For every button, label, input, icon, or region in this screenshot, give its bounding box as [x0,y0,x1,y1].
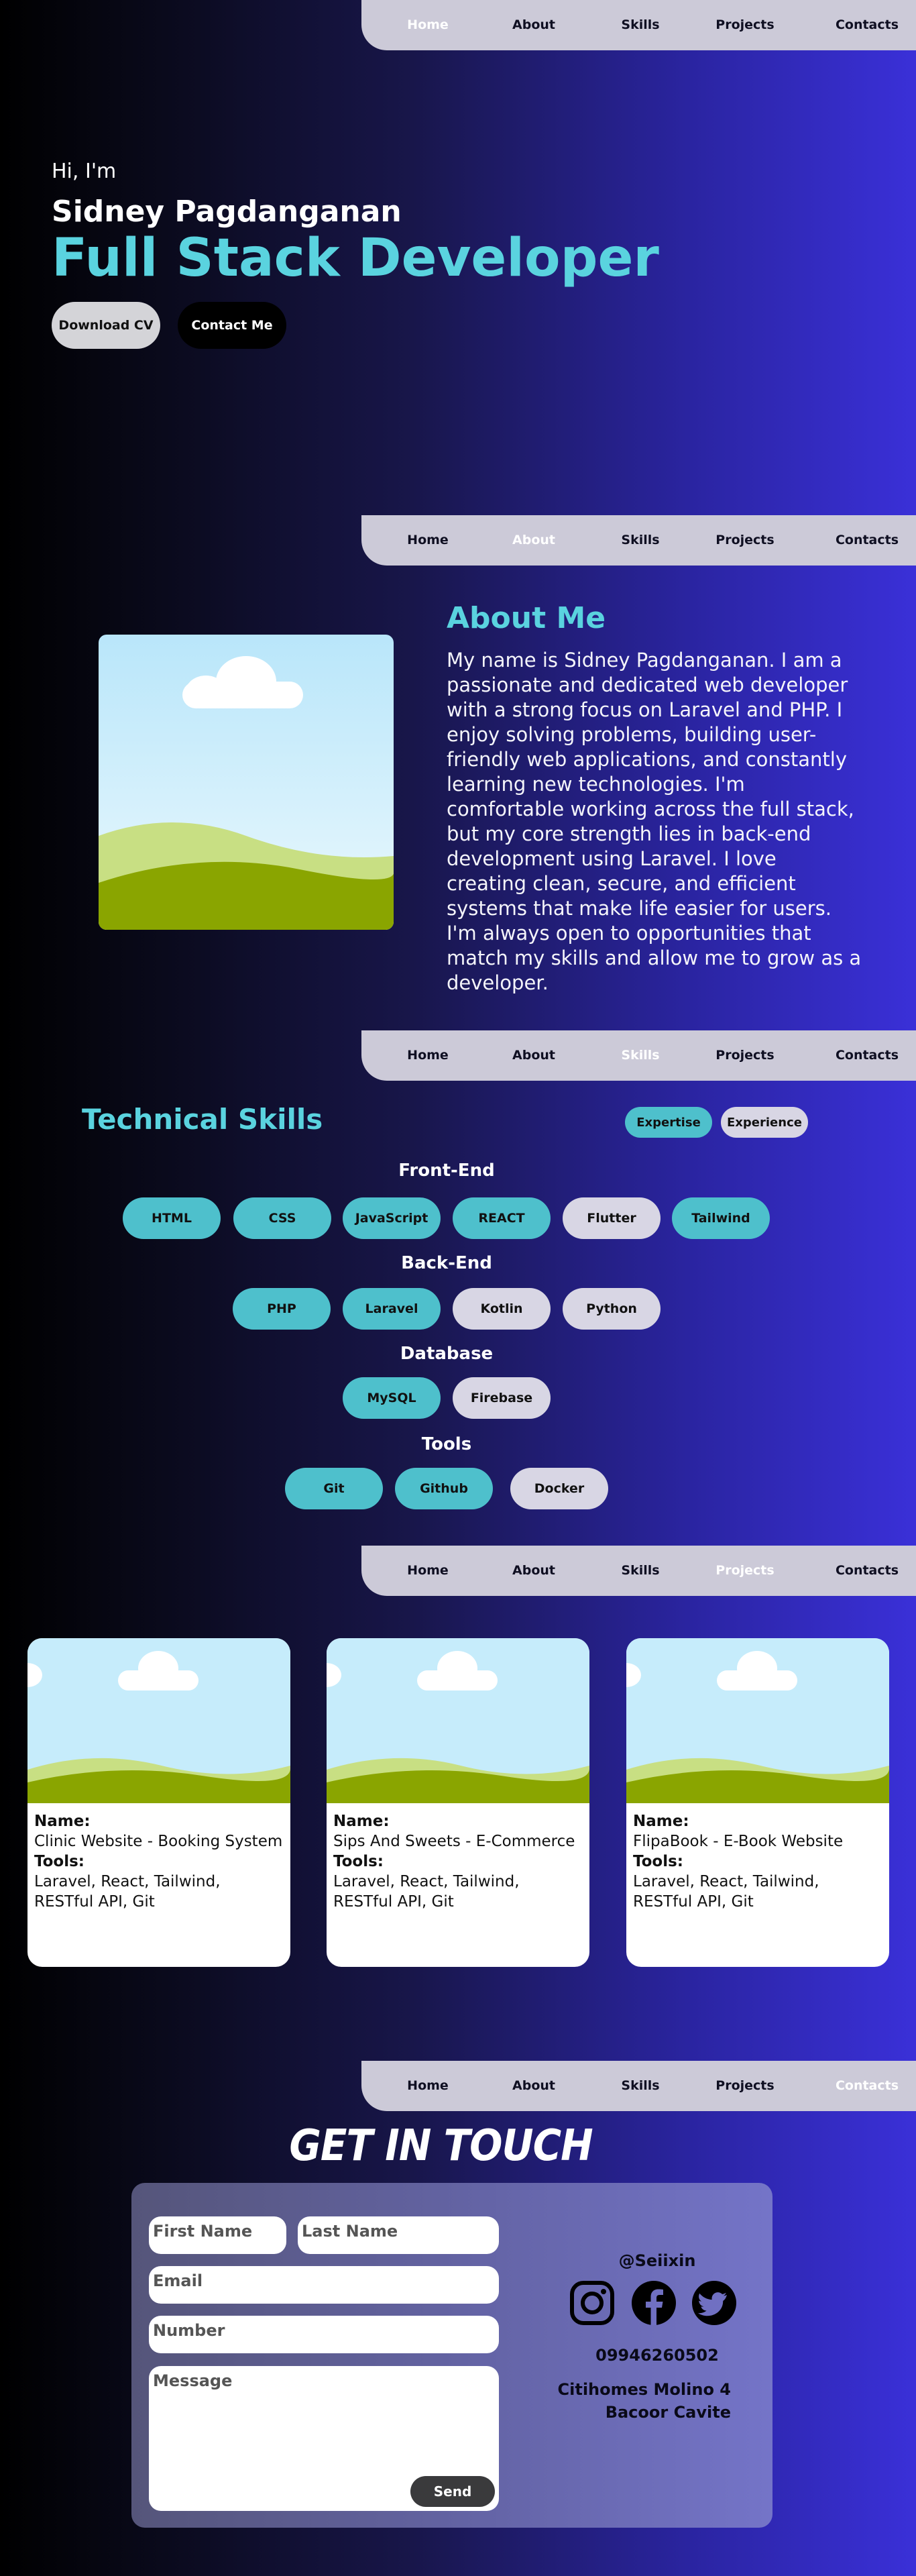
project-card[interactable]: Name: Clinic Website - Booking System To… [27,1638,290,1967]
about-title: About Me [447,601,606,635]
project-tools: Laravel, React, Tailwind, RESTful API, G… [34,1873,221,1911]
experience-toggle[interactable]: Experience [721,1107,808,1138]
contact-nav: Home About Skills Projects Contacts [361,2061,916,2111]
nav-projects[interactable]: Projects [715,515,774,566]
address-line-1: Citihomes Molino 4 [557,2380,732,2399]
phone-number: 09946260502 [595,2346,719,2365]
skills-title: Technical Skills [82,1103,323,1136]
nav-contacts[interactable]: Contacts [836,1546,899,1596]
project-image-placeholder [27,1638,290,1803]
project-name: FlipaBook - E-Book Website [633,1833,844,1850]
address-line-2: Bacoor Cavite [605,2403,731,2422]
twitter-icon[interactable] [691,2279,738,2326]
nav-skills[interactable]: Skills [621,0,659,50]
skill-group-title: Database [400,1344,494,1364]
hero-greeting: Hi, I'm [52,160,117,183]
download-cv-button[interactable]: Download CV [52,302,160,349]
skill-group-title: Tools [421,1434,472,1454]
nav-contacts[interactable]: Contacts [836,1030,899,1081]
instagram-icon[interactable] [569,2279,616,2326]
contact-me-button[interactable]: Contact Me [178,302,286,349]
skills-nav: Home About Skills Projects Contacts [361,1030,916,1081]
skill-pill: Docker [510,1468,608,1509]
hero-role: Full Stack Developer [52,228,659,288]
nav-about[interactable]: About [512,0,555,50]
skill-pill: Kotlin [453,1288,551,1330]
skill-pill: REACT [453,1197,551,1239]
facebook-icon[interactable] [630,2279,677,2326]
nav-about[interactable]: About [512,1030,555,1081]
nav-about[interactable]: About [512,2061,555,2111]
about-nav: Home About Skills Projects Contacts [361,515,916,566]
skill-pill: JavaScript [343,1197,441,1239]
skill-group-title: Front-End [398,1161,495,1181]
project-card[interactable]: Name: FlipaBook - E-Book Website Tools: … [626,1638,889,1967]
nav-projects[interactable]: Projects [715,0,774,50]
project-name: Sips And Sweets - E-Commerce [333,1833,575,1850]
skill-pill: Tailwind [672,1197,770,1239]
project-name-label: Name: [34,1813,91,1830]
project-tools-label: Tools: [633,1853,684,1870]
nav-home[interactable]: Home [407,515,449,566]
nav-skills[interactable]: Skills [621,515,659,566]
project-card[interactable]: Name: Sips And Sweets - E-Commerce Tools… [327,1638,589,1967]
about-image-placeholder [99,635,394,930]
nav-projects[interactable]: Projects [715,1030,774,1081]
skill-pill: Laravel [343,1288,441,1330]
expertise-toggle[interactable]: Expertise [625,1107,712,1138]
nav-skills[interactable]: Skills [621,1030,659,1081]
skill-pill: PHP [233,1288,331,1330]
social-handle: @Seiixin [618,2251,696,2270]
project-name: Clinic Website - Booking System [34,1833,283,1850]
skill-pill: HTML [123,1197,221,1239]
skill-pill: Flutter [563,1197,661,1239]
nav-contacts[interactable]: Contacts [836,2061,899,2111]
hero-nav: Home About Skills Projects Contacts [361,0,916,50]
project-name-label: Name: [333,1813,390,1830]
skill-pill: Firebase [453,1377,551,1419]
project-tools-label: Tools: [333,1853,384,1870]
hero-name: Sidney Pagdanganan [52,195,402,229]
skill-group-title: Back-End [401,1253,492,1273]
nav-skills[interactable]: Skills [621,1546,659,1596]
nav-skills[interactable]: Skills [621,2061,659,2111]
about-text: My name is Sidney Pagdanganan. I am a pa… [447,649,862,994]
projects-nav: Home About Skills Projects Contacts [361,1546,916,1596]
skill-pill: CSS [233,1197,331,1239]
skill-pill: Git [285,1468,383,1509]
project-image-placeholder [626,1638,889,1803]
skill-pill: Python [563,1288,661,1330]
send-button[interactable]: Send [410,2476,495,2507]
project-name-label: Name: [633,1813,689,1830]
number-field[interactable]: Number [149,2316,499,2353]
nav-home[interactable]: Home [407,1546,449,1596]
last-name-field[interactable]: Last Name [298,2216,499,2254]
nav-about[interactable]: About [512,1546,555,1596]
nav-home[interactable]: Home [407,1030,449,1081]
skill-pill: Github [395,1468,493,1509]
project-tools: Laravel, React, Tailwind, RESTful API, G… [633,1873,819,1911]
first-name-field[interactable]: First Name [149,2216,286,2254]
address: Citihomes Molino 4 Bacoor Cavite [530,2378,732,2424]
nav-contacts[interactable]: Contacts [836,0,899,50]
nav-home[interactable]: Home [407,0,449,50]
nav-projects[interactable]: Projects [715,2061,774,2111]
nav-projects[interactable]: Projects [715,1546,774,1596]
nav-home[interactable]: Home [407,2061,449,2111]
contact-title: GET IN TOUCH [289,2120,593,2171]
skill-pill: MySQL [343,1377,441,1419]
project-tools-label: Tools: [34,1853,85,1870]
project-image-placeholder [327,1638,589,1803]
nav-about[interactable]: About [512,515,555,566]
email-field[interactable]: Email [149,2266,499,2304]
nav-contacts[interactable]: Contacts [836,515,899,566]
project-tools: Laravel, React, Tailwind, RESTful API, G… [333,1873,520,1911]
